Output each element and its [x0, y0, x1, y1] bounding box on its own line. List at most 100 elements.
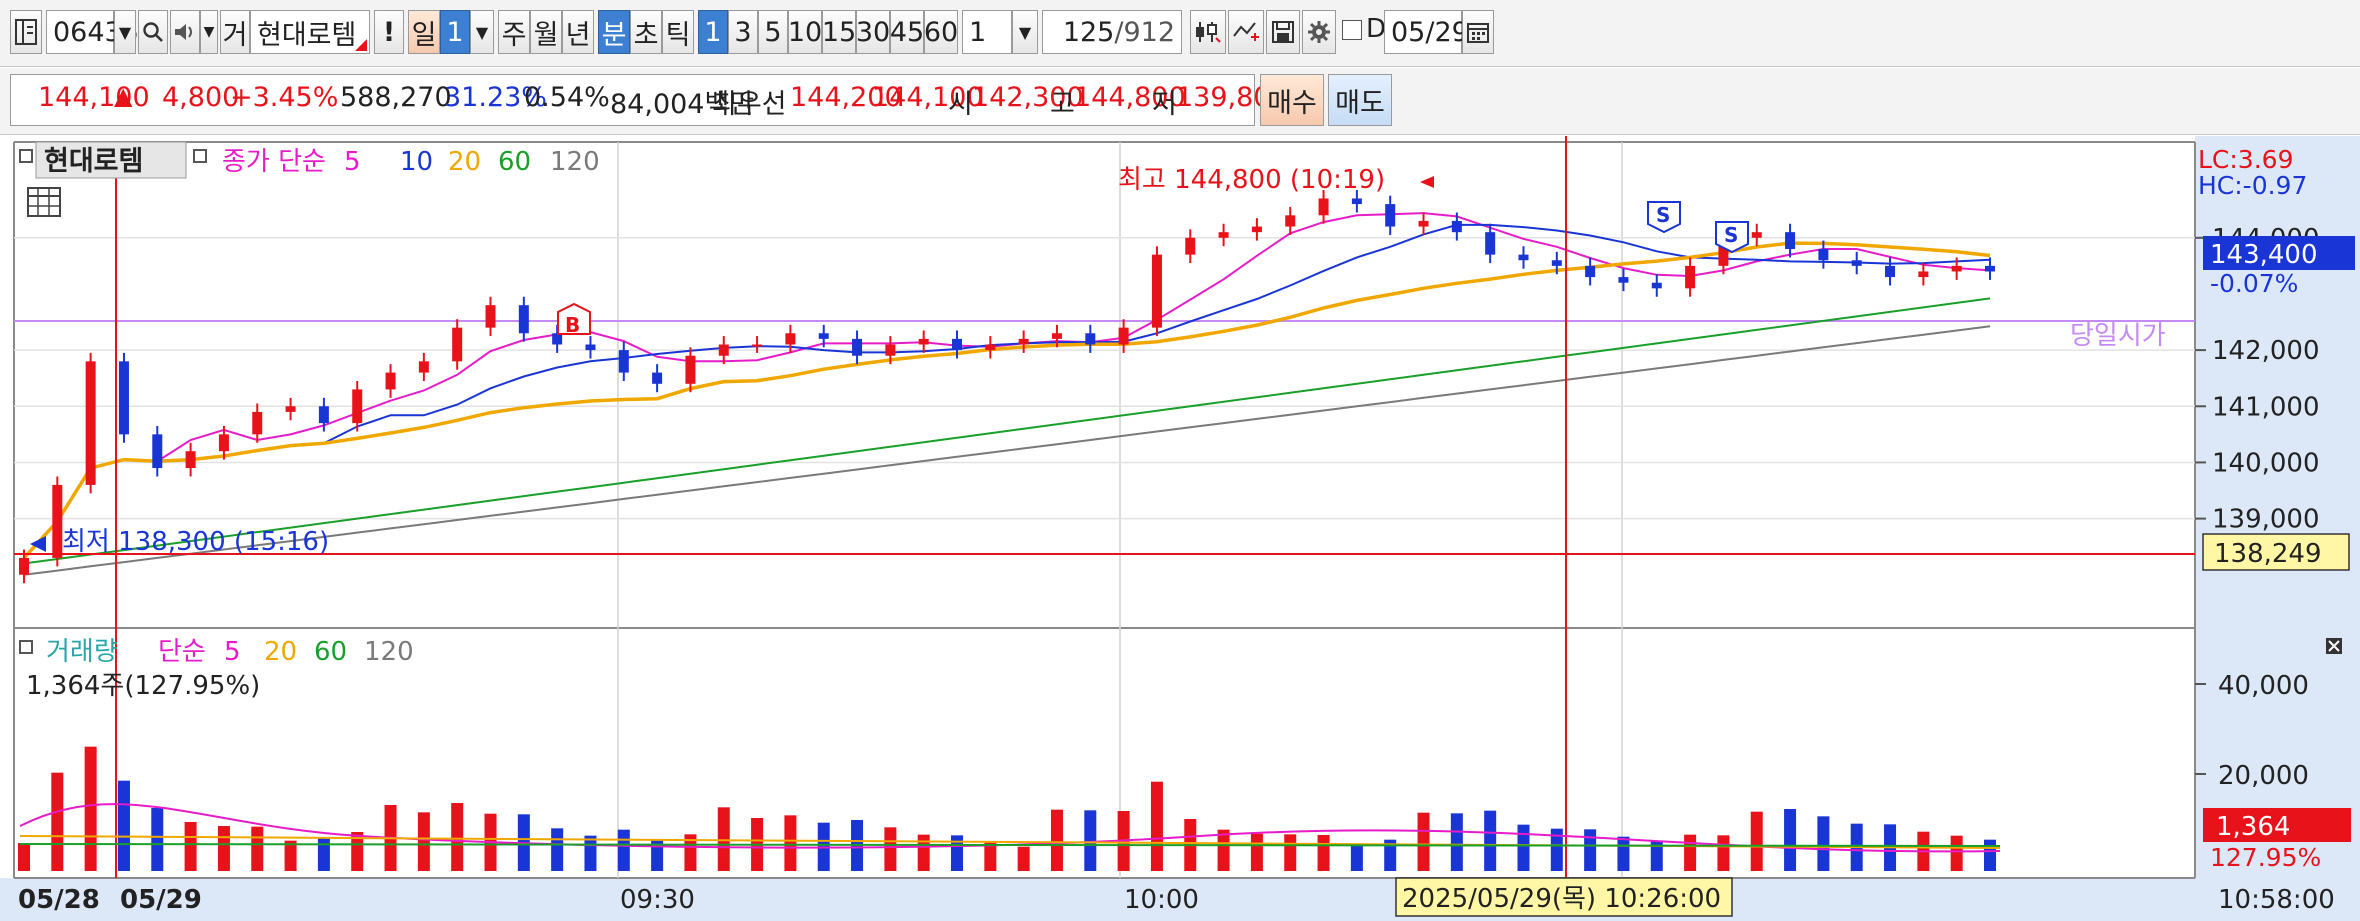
candle-body — [685, 355, 696, 384]
candle-body — [185, 451, 196, 469]
price-change-pct: +3.45% — [230, 82, 339, 113]
candle-type-icon[interactable] — [1190, 10, 1226, 54]
candle-body — [1285, 215, 1296, 227]
period-second-button[interactable]: 초 — [630, 10, 662, 54]
volume-bar — [18, 843, 30, 871]
volume-ma-120[interactable]: 120 — [364, 637, 414, 667]
minute-option-10[interactable]: 10 — [788, 10, 822, 54]
table-icon[interactable] — [27, 187, 61, 217]
type-label[interactable]: 거 — [220, 10, 250, 54]
candle-body — [85, 361, 96, 485]
candle-body — [1551, 260, 1562, 266]
volume-bar — [1317, 835, 1330, 871]
ma-legend-label[interactable]: 종가 단순 — [222, 147, 326, 177]
current-volume-pct: 127.95% — [2210, 843, 2321, 872]
svg-text:S: S — [1656, 203, 1670, 227]
stock-name-field[interactable]: 현대로템 — [250, 10, 370, 54]
candle-body — [818, 333, 829, 339]
volume-info: 1,364주(127.95%) — [26, 671, 260, 701]
candle-body — [452, 327, 463, 362]
buy-signal-marker[interactable]: B — [557, 302, 591, 337]
candle-body — [252, 411, 263, 435]
chart-area[interactable]: 당일시가 현대로템 종가 단순 5 10 20 60 120 최고 144,80… — [0, 136, 2360, 921]
volume-bar — [84, 746, 97, 871]
candle-body — [1118, 327, 1129, 345]
volume-bar — [1350, 845, 1363, 871]
calendar-icon[interactable] — [1462, 10, 1494, 54]
minute-option-30[interactable]: 30 — [856, 10, 890, 54]
date-checkbox[interactable] — [1342, 20, 1362, 40]
volume-bar — [1484, 810, 1497, 871]
y-tick-label-142000: 142,000 — [2212, 336, 2320, 366]
speaker-dropdown-icon[interactable]: ▼ — [200, 10, 218, 54]
volume-bar — [1250, 833, 1263, 871]
minute-option-45[interactable]: 45 — [890, 10, 924, 54]
volume-bar — [1217, 829, 1230, 871]
volume-ma-20[interactable]: 20 — [264, 637, 297, 667]
right-time-label: 10:58:00 — [2218, 885, 2335, 915]
date-input[interactable]: 05/29 — [1384, 10, 1469, 54]
sell-signal-marker-1[interactable]: S — [1647, 201, 1681, 234]
candle-body — [852, 338, 863, 356]
volume-ma-label[interactable]: 단순 — [158, 637, 206, 667]
period-week-button[interactable]: 주 — [498, 10, 530, 54]
stock-code-input[interactable]: 064350 — [46, 10, 156, 54]
candle-body — [585, 344, 596, 351]
current-price-tag: 143,400 — [2210, 240, 2318, 270]
volume-ma-60[interactable]: 60 — [314, 637, 347, 667]
minute-option-3[interactable]: 3 — [728, 10, 758, 54]
quote-bar: 144,100 ▲ 4,800 +3.45% 588,270 31.23% 0.… — [0, 68, 2360, 135]
price-change: 4,800 — [162, 82, 240, 113]
volume-bar — [1284, 834, 1297, 871]
ma-legend-5[interactable]: 5 — [344, 147, 361, 177]
save-icon[interactable] — [1266, 10, 1300, 54]
volume-bar — [784, 815, 797, 871]
period-day-button[interactable]: 일 — [408, 10, 440, 54]
alert-button[interactable]: ! — [374, 10, 404, 54]
ma-legend-10[interactable]: 10 — [400, 147, 433, 177]
minute-option-5[interactable]: 5 — [758, 10, 788, 54]
count-field[interactable]: 125/912 — [1042, 10, 1182, 54]
period-minute-button[interactable]: 분 — [598, 10, 630, 54]
ma-legend-60[interactable]: 60 — [498, 147, 531, 177]
candle-body — [318, 406, 329, 424]
search-icon[interactable] — [138, 10, 168, 54]
hc-label: HC:-0.97 — [2198, 171, 2307, 200]
minute-option-60[interactable]: 60 — [924, 10, 958, 54]
candle-body — [1885, 265, 1896, 278]
ma-legend-20[interactable]: 20 — [448, 147, 481, 177]
period-year-button[interactable]: 년 — [562, 10, 594, 54]
sell-signal-marker-2[interactable]: S — [1715, 221, 1749, 254]
volume-bar — [1150, 781, 1163, 871]
ma-legend-120[interactable]: 120 — [550, 147, 600, 177]
candle-body — [352, 389, 363, 424]
sell-button[interactable]: 매도 — [1328, 74, 1392, 126]
period-dropdown-icon[interactable]: ▼ — [470, 10, 494, 54]
minute-option-1[interactable]: 1 — [698, 10, 728, 54]
period-tick-button[interactable]: 틱 — [662, 10, 694, 54]
stock-name: 현대로템 — [257, 19, 357, 51]
speaker-icon[interactable] — [170, 10, 200, 54]
candle-body — [952, 338, 963, 351]
code-dropdown-icon[interactable]: ▼ — [114, 10, 136, 54]
buy-button[interactable]: 매수 — [1260, 74, 1324, 126]
volume-legend-label[interactable]: 거래량 — [46, 637, 118, 667]
high-annotation: 최고 144,800 (10:19) — [1118, 165, 1385, 195]
volume-bar — [1517, 824, 1530, 871]
volume-bar — [717, 807, 730, 871]
volume-bar — [1950, 835, 1963, 871]
minute-option-15[interactable]: 15 — [822, 10, 856, 54]
period-day-num[interactable]: 1 — [440, 10, 470, 54]
volume-legend-marker — [19, 640, 33, 654]
multiplier-dropdown-icon[interactable]: ▼ — [1012, 10, 1038, 54]
volume-bar — [917, 834, 930, 871]
candle-body — [418, 361, 429, 373]
line-add-icon[interactable] — [1228, 10, 1264, 54]
period-month-button[interactable]: 월 — [530, 10, 562, 54]
volume-bar — [984, 842, 997, 871]
candle-body — [618, 350, 629, 373]
volume-ma-5[interactable]: 5 — [224, 637, 241, 667]
gear-icon[interactable] — [1302, 10, 1336, 54]
multiplier-input[interactable]: 1 — [962, 10, 1012, 54]
layout-icon[interactable] — [10, 10, 42, 54]
